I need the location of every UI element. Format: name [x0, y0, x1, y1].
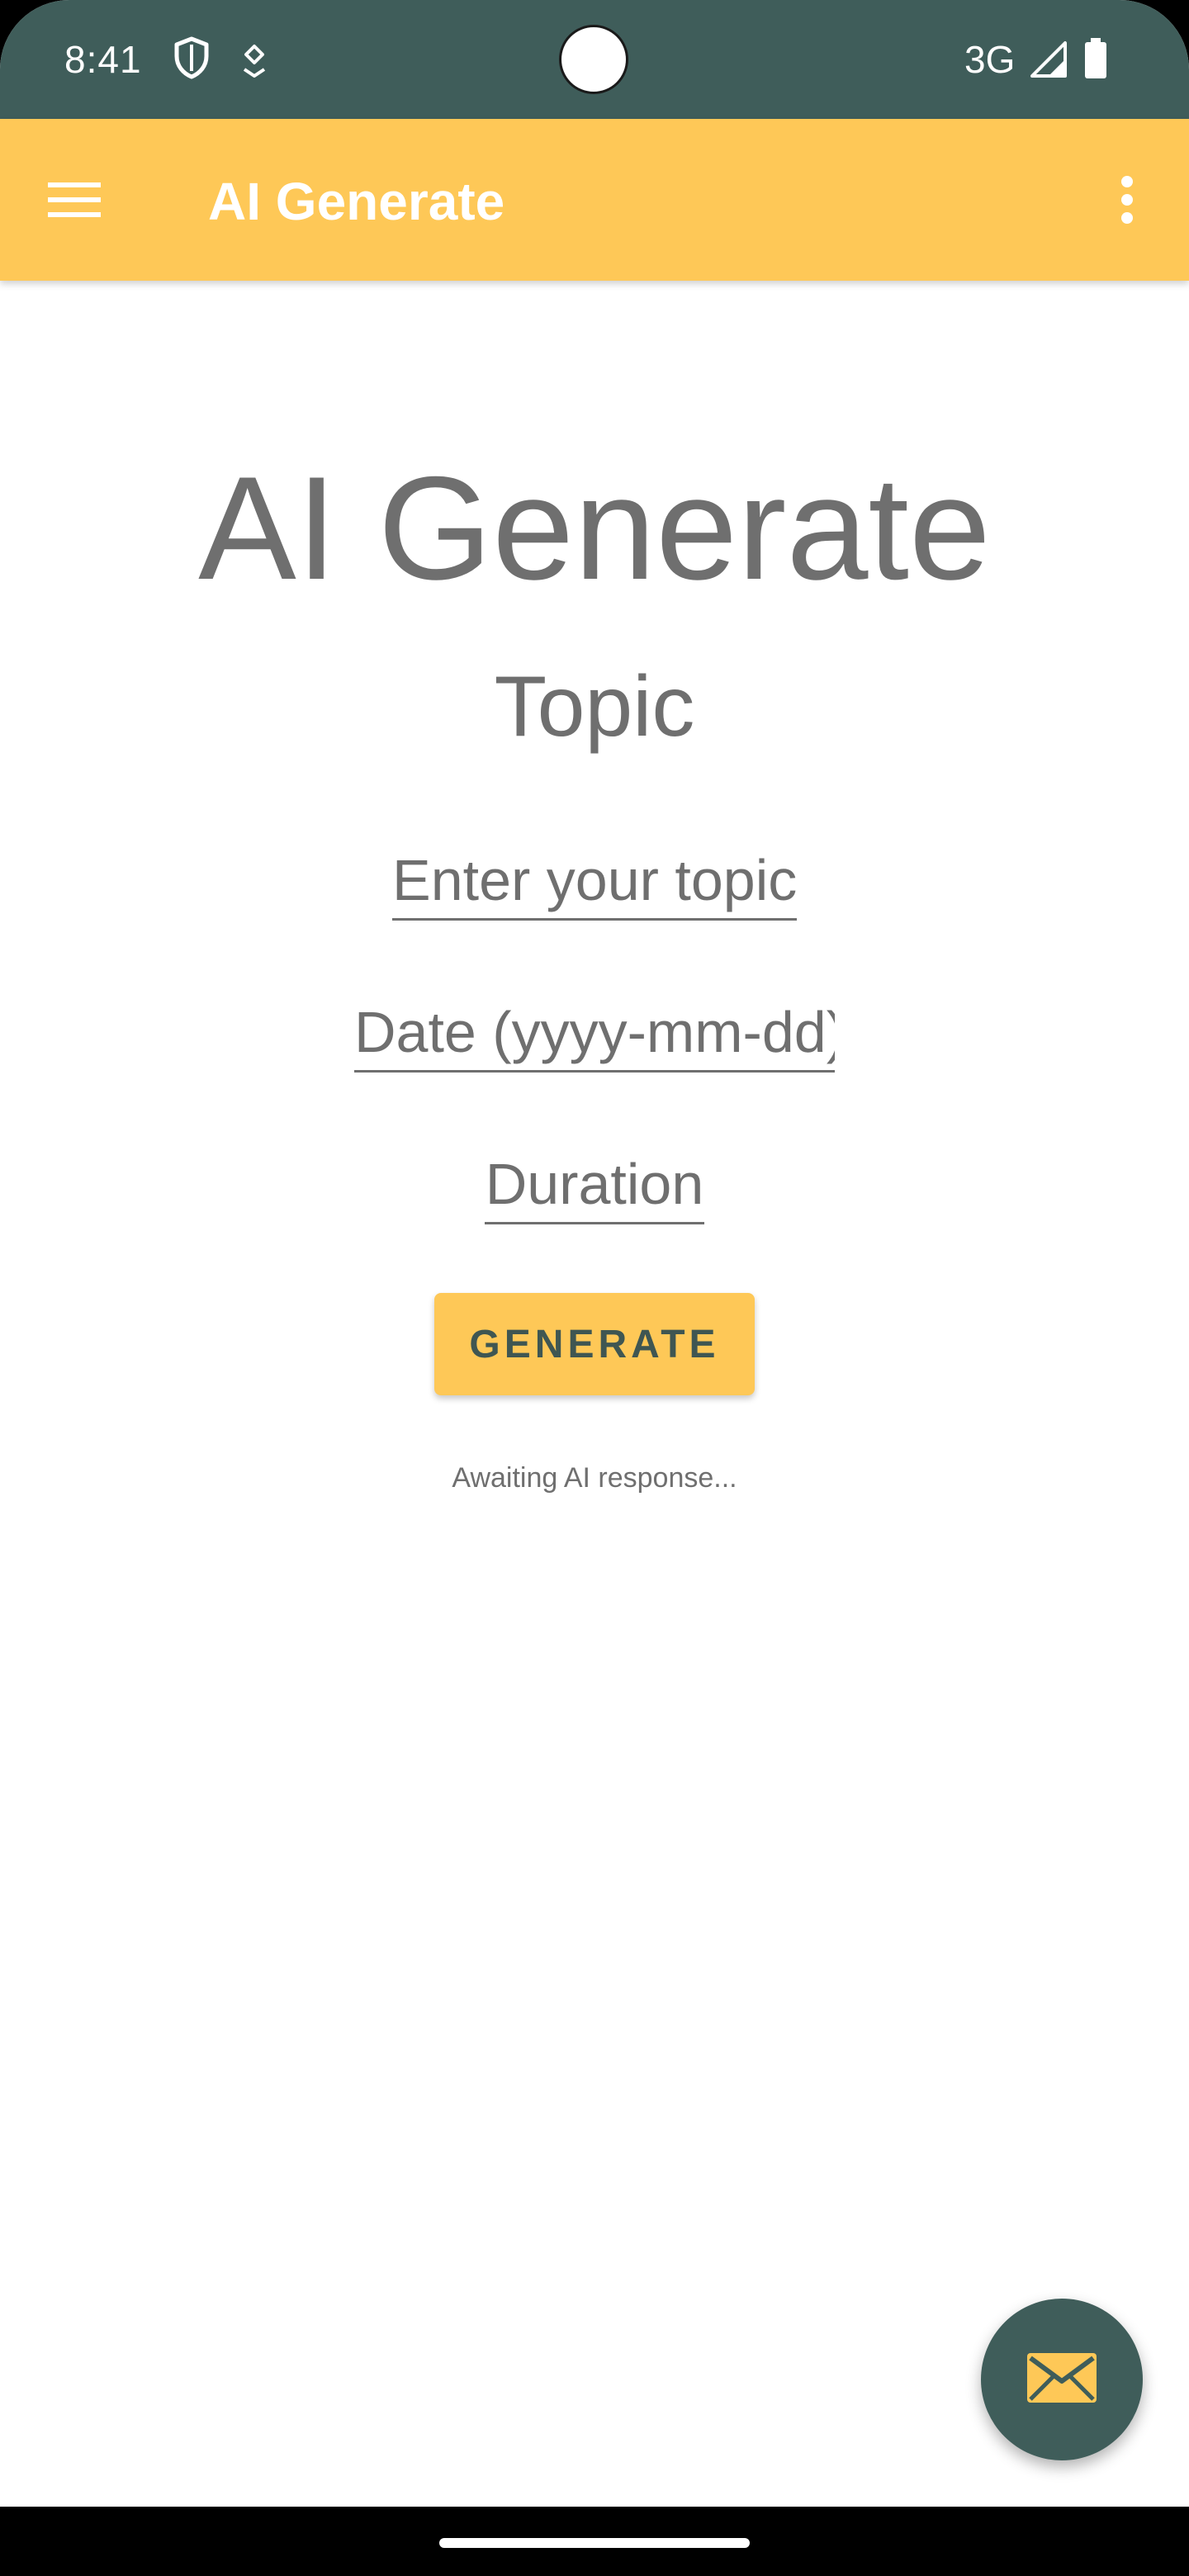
system-navigation-bar: [0, 2507, 1189, 2576]
signal-icon: [1027, 40, 1068, 83]
network-type: 3G: [964, 38, 1016, 81]
hamburger-menu-icon[interactable]: [33, 159, 116, 241]
email-fab-button[interactable]: [981, 2299, 1143, 2460]
section-subtitle: Topic: [494, 659, 695, 755]
location-pin-icon: [239, 43, 269, 83]
phone-screen: 8:41 3G AI Generate AI Generate Topic En…: [0, 0, 1189, 2576]
response-status-text: Awaiting AI response...: [452, 1462, 737, 1494]
status-time: 8:41: [64, 38, 142, 81]
home-gesture-handle[interactable]: [439, 2538, 750, 2548]
generate-button[interactable]: GENERATE: [434, 1293, 755, 1395]
shield-icon: [173, 36, 210, 83]
status-bar: 8:41 3G: [0, 0, 1189, 119]
topic-input[interactable]: [392, 842, 797, 921]
app-bar: AI Generate: [0, 119, 1189, 281]
email-icon: [1026, 2351, 1098, 2408]
app-bar-title: AI Generate: [208, 172, 505, 231]
more-vert-icon[interactable]: [1090, 159, 1164, 241]
date-input[interactable]: [354, 994, 835, 1073]
duration-input[interactable]: [485, 1146, 704, 1224]
camera-cutout: [559, 25, 628, 94]
page-title: AI Generate: [198, 446, 991, 610]
battery-icon: [1083, 38, 1108, 83]
